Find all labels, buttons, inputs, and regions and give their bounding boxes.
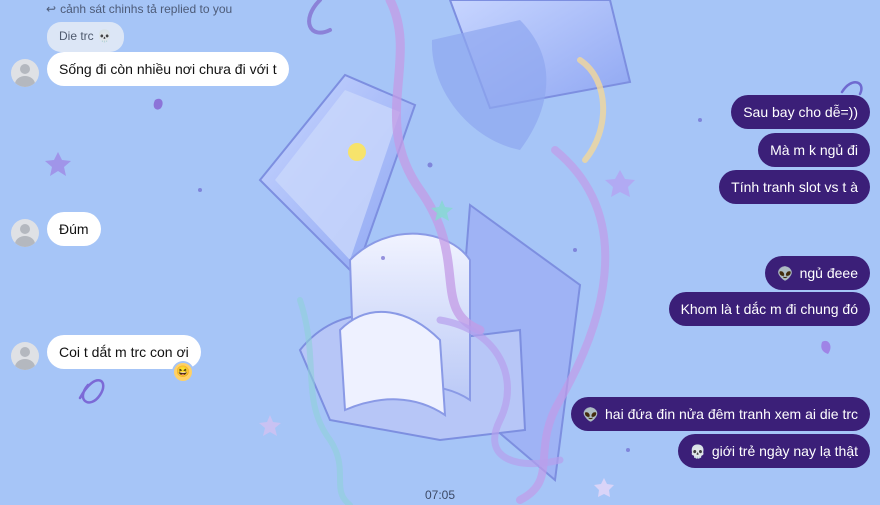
message-text: Khom là t dắc m đi chung đó xyxy=(680,301,858,317)
message-text: Sống đi còn nhiều nơi chưa đi với t xyxy=(59,61,277,77)
avatar[interactable] xyxy=(11,59,39,87)
quoted-message-text: Die trc xyxy=(59,29,94,43)
message-text: Mà m k ngủ đi xyxy=(770,142,858,158)
skull-emoji: 💀 xyxy=(97,29,112,43)
incoming-message-bubble[interactable]: Sống đi còn nhiều nơi chưa đi với t xyxy=(47,52,289,86)
outgoing-message-bubble[interactable]: 👽 hai đứa đin nửa đêm tranh xem ai die tr… xyxy=(570,397,870,431)
skull-emoji: 💀 xyxy=(689,444,706,459)
incoming-message-bubble[interactable]: Đúm xyxy=(47,212,101,246)
alien-emoji: 👽 xyxy=(777,266,794,281)
outgoing-message-bubble[interactable]: Mà m k ngủ đi xyxy=(758,133,870,167)
glow-dot xyxy=(348,143,366,161)
message-text: Sau bay cho dễ=)) xyxy=(743,104,858,120)
message-text: giới trẻ ngày nay lạ thật xyxy=(711,443,858,459)
reply-indicator: ↩ cảnh sát chinhs tả replied to you xyxy=(46,2,232,16)
message-text: ngủ đeee xyxy=(799,265,858,281)
message-text: Đúm xyxy=(59,221,89,237)
reaction-badge[interactable]: 😆 xyxy=(174,363,192,381)
message-text: Tính tranh slot vs t à xyxy=(731,179,858,195)
message-text: Coi t dắt m trc con ơi xyxy=(59,344,189,360)
outgoing-message-bubble[interactable]: Tính tranh slot vs t à xyxy=(719,170,870,204)
outgoing-message-bubble[interactable]: 👽 ngủ đeee xyxy=(765,256,870,290)
quoted-message[interactable]: Die trc 💀 xyxy=(47,22,124,52)
reply-arrow-icon: ↩ xyxy=(46,2,57,16)
avatar[interactable] xyxy=(11,342,39,370)
reply-indicator-text: cảnh sát chinhs tả replied to you xyxy=(60,2,233,16)
avatar[interactable] xyxy=(11,219,39,247)
alien-emoji: 👽 xyxy=(582,407,600,422)
message-text: hai đứa đin nửa đêm tranh xem ai die trc xyxy=(605,406,858,422)
outgoing-message-bubble[interactable]: Khom là t dắc m đi chung đó xyxy=(668,292,870,326)
outgoing-message-bubble[interactable]: 💀 giới trẻ ngày nay lạ thật xyxy=(677,434,870,468)
message-timestamp: 07:05 xyxy=(424,488,456,502)
outgoing-message-bubble[interactable]: Sau bay cho dễ=)) xyxy=(731,95,870,129)
